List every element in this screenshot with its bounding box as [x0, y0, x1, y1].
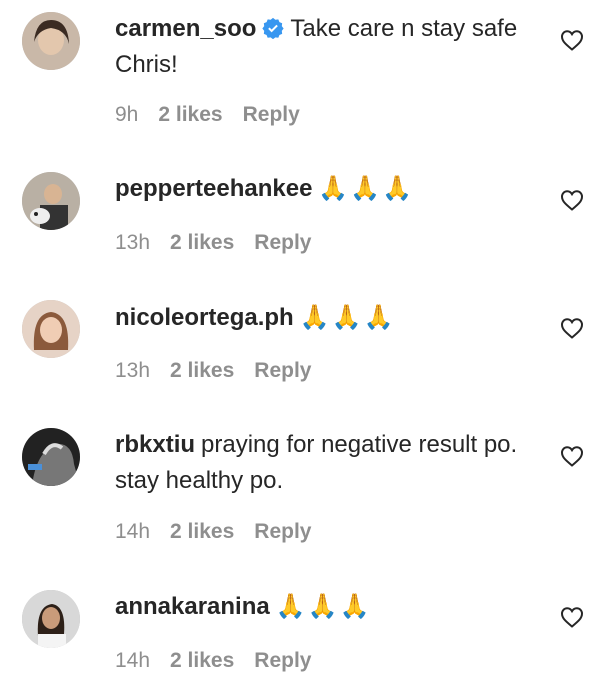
comment-text: 🙏🙏🙏 [299, 304, 396, 331]
comment-username[interactable]: annakaranina [115, 593, 270, 620]
comment-time: 13h [115, 359, 151, 382]
avatar[interactable] [22, 12, 80, 70]
comment-body: carmen_soo Take care n stay safe Chris! [115, 11, 545, 83]
avatar[interactable] [22, 172, 80, 230]
avatar[interactable] [22, 428, 80, 486]
comment-time: 14h [115, 649, 151, 672]
comment-meta: 14h 2 likes Reply [115, 649, 331, 673]
comment-body: pepperteehankee 🙏🙏🙏 [115, 171, 545, 207]
reply-button[interactable]: Reply [254, 359, 311, 382]
heart-outline-icon[interactable] [560, 189, 584, 211]
heart-outline-icon[interactable] [560, 317, 584, 339]
likes-count[interactable]: 2 likes [170, 359, 234, 382]
reply-button[interactable]: Reply [243, 103, 300, 126]
reply-button[interactable]: Reply [254, 649, 311, 672]
comment-username[interactable]: rbkxtiu [115, 431, 195, 458]
comment-time: 13h [115, 231, 151, 254]
comment-username[interactable]: pepperteehankee [115, 175, 312, 202]
verified-badge-icon [262, 17, 285, 39]
likes-count[interactable]: 2 likes [170, 231, 234, 254]
likes-count[interactable]: 2 likes [170, 520, 234, 543]
comment-time: 14h [115, 520, 151, 543]
comment-text: 🙏🙏🙏 [275, 593, 372, 620]
reply-button[interactable]: Reply [254, 520, 311, 543]
heart-outline-icon[interactable] [560, 606, 584, 628]
avatar[interactable] [22, 590, 80, 648]
comment-username[interactable]: carmen_soo [115, 15, 256, 42]
comment-body: nicoleortega.ph 🙏🙏🙏 [115, 300, 545, 336]
comment-meta: 9h 2 likes Reply [115, 103, 320, 127]
comment-meta: 13h 2 likes Reply [115, 231, 331, 255]
comment-meta: 13h 2 likes Reply [115, 359, 331, 383]
comment-meta: 14h 2 likes Reply [115, 520, 331, 544]
comment-time: 9h [115, 103, 139, 126]
comment-text: 🙏🙏🙏 [318, 175, 415, 202]
likes-count[interactable]: 2 likes [170, 649, 234, 672]
heart-outline-icon[interactable] [560, 445, 584, 467]
comment-body: rbkxtiu praying for negative result po. s… [115, 427, 545, 499]
likes-count[interactable]: 2 likes [158, 103, 222, 126]
comment-username[interactable]: nicoleortega.ph [115, 304, 294, 331]
reply-button[interactable]: Reply [254, 231, 311, 254]
heart-outline-icon[interactable] [560, 29, 584, 51]
comment-body: annakaranina 🙏🙏🙏 [115, 589, 545, 625]
avatar[interactable] [22, 300, 80, 358]
